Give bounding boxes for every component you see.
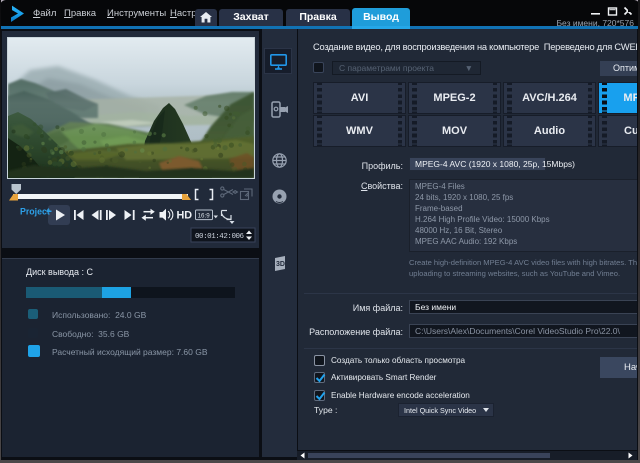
svg-text:00:01:42:006: 00:01:42:006 — [195, 233, 245, 241]
svg-text:Project: Project — [20, 207, 50, 217]
svg-text:HD: HD — [177, 210, 193, 222]
svg-text:16:9: 16:9 — [198, 212, 211, 219]
svg-text:3D: 3D — [276, 261, 285, 268]
